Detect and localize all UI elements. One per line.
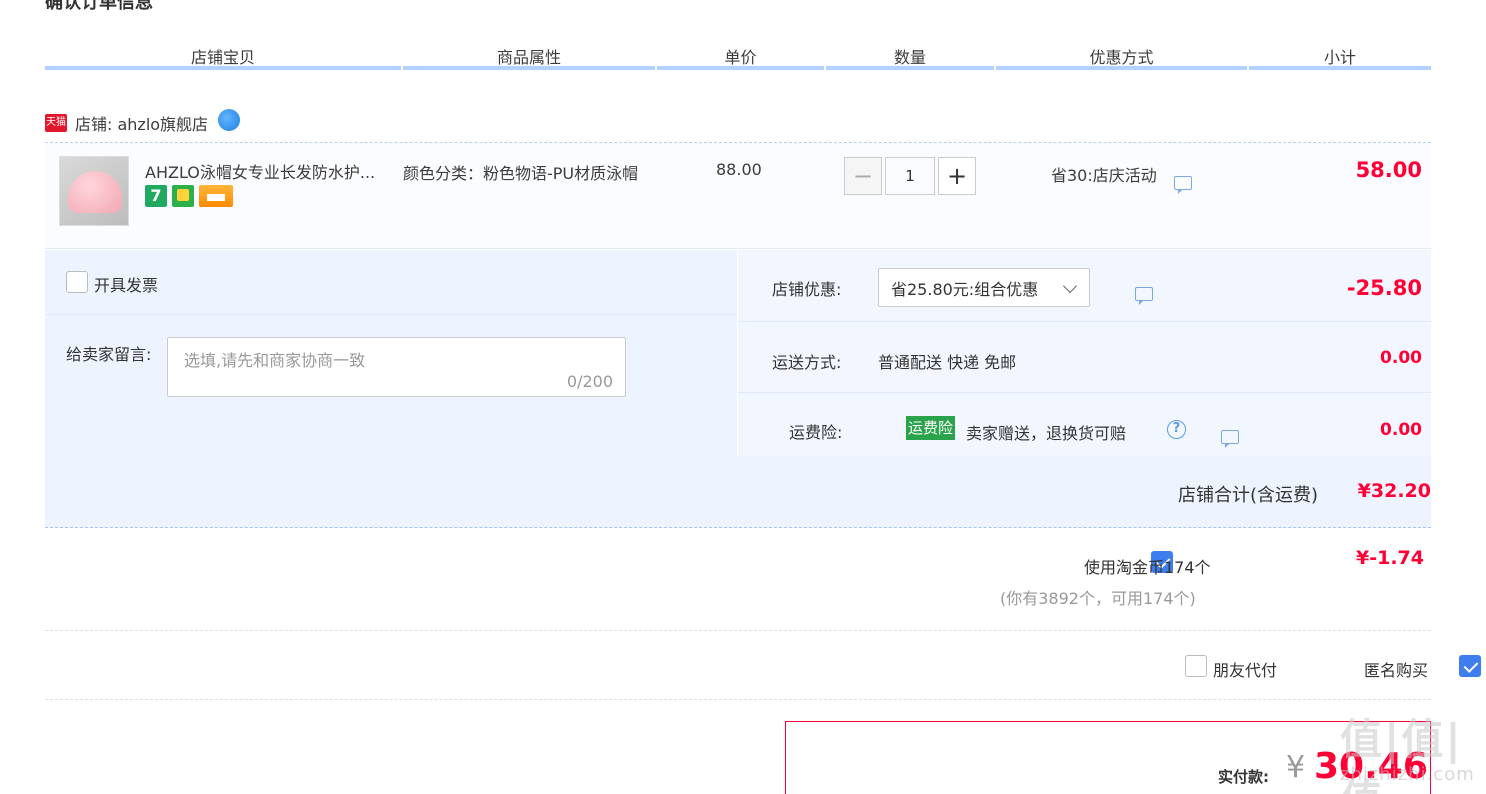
header-underline: [1249, 66, 1431, 70]
column-header-subtotal: 小计: [1323, 48, 1356, 67]
credit-card-icon: [199, 185, 233, 207]
seller-message-label: 给卖家留言:: [66, 345, 152, 364]
use-coins-label: 使用淘金币174个: [1084, 558, 1211, 577]
payment-label: 实付款:: [1218, 768, 1269, 786]
shop-total-amount: ¥32.20: [1357, 480, 1431, 502]
shipping-label: 运送方式:: [772, 353, 842, 372]
header-underline: [657, 66, 824, 70]
anonymous-checkbox[interactable]: [1459, 655, 1482, 677]
shop-total-label: 店铺合计(含运费): [1178, 485, 1319, 506]
divider: [45, 699, 1431, 700]
tmall-icon: 天猫: [45, 114, 67, 132]
invoice-checkbox[interactable]: [66, 271, 88, 293]
column-header-attribute: 商品属性: [496, 48, 561, 67]
friend-pay-checkbox[interactable]: [1185, 655, 1207, 677]
wangwang-chat-icon[interactable]: [218, 109, 241, 131]
shop-name[interactable]: 店铺: ahzlo旗舰店: [75, 111, 208, 135]
insurance-label: 运费险:: [789, 423, 843, 442]
quantity-input[interactable]: 1: [885, 157, 935, 195]
divider: [45, 314, 737, 315]
guarantee-icon: [172, 185, 194, 207]
divider: [738, 321, 1431, 322]
quantity-increase-button[interactable]: +: [938, 157, 976, 195]
product-title[interactable]: AHZLO泳帽女专业长发防水护...: [145, 159, 390, 183]
seven-day-return-icon: 7: [145, 185, 167, 207]
header-underline: [403, 66, 655, 70]
insurance-amount: 0.00: [1380, 420, 1422, 440]
product-attribute: 颜色分类：粉色物语-PU材质泳帽: [403, 164, 639, 183]
message-char-counter: 0/200: [566, 372, 613, 391]
item-promotion: 省30:店庆活动: [1051, 166, 1157, 185]
divider: [45, 630, 1431, 631]
header-underline: [996, 66, 1247, 70]
column-header-quantity: 数量: [893, 48, 926, 67]
chevron-down-icon: [1062, 278, 1078, 294]
coins-amount: ¥-1.74: [1356, 547, 1424, 569]
shop-header: 天猫 店铺: ahzlo旗舰店: [45, 109, 241, 135]
column-header-discount: 优惠方式: [1089, 48, 1154, 67]
page-title: 确认订单信息: [45, 0, 153, 13]
column-header-price: 单价: [724, 48, 757, 67]
comment-icon[interactable]: [1174, 176, 1192, 194]
divider: [738, 392, 1431, 393]
coins-detail: (你有3892个，可用174个): [1000, 589, 1196, 608]
shipping-method: 普通配送 快递 免邮: [878, 353, 1017, 372]
header-underline: [826, 66, 994, 70]
item-subtotal: 58.00: [1355, 158, 1422, 182]
invoice-label: 开具发票: [94, 276, 159, 295]
product-thumbnail[interactable]: [59, 156, 129, 226]
payment-currency: ¥: [1286, 750, 1306, 785]
quantity-decrease-button[interactable]: −: [844, 157, 882, 195]
header-underline: [45, 66, 401, 70]
seller-message-input[interactable]: 选填,请先和商家协商一致 0/200: [167, 337, 626, 397]
shop-discount-selected: 省25.80元:组合优惠: [891, 279, 1039, 299]
shop-discount-amount: -25.80: [1346, 276, 1422, 300]
insurance-text: 卖家赠送，退换货可赔: [966, 424, 1127, 443]
anonymous-label: 匿名购买: [1364, 661, 1429, 680]
column-header-item: 店铺宝贝: [190, 48, 255, 67]
comment-icon[interactable]: [1221, 430, 1240, 448]
shipping-amount: 0.00: [1380, 348, 1422, 368]
swim-cap-image: [68, 171, 122, 213]
unit-price: 88.00: [716, 160, 762, 179]
insurance-badge: 运费险: [906, 416, 956, 440]
shop-discount-label: 店铺优惠:: [772, 280, 842, 299]
friend-pay-label: 朋友代付: [1213, 661, 1278, 680]
site-watermark-url: zhizhizhi.com: [1340, 764, 1475, 785]
comment-icon[interactable]: [1135, 287, 1154, 305]
help-icon[interactable]: ?: [1167, 420, 1186, 439]
shop-discount-select[interactable]: 省25.80元:组合优惠: [878, 268, 1090, 307]
seller-message-placeholder: 选填,请先和商家协商一致: [184, 351, 366, 370]
